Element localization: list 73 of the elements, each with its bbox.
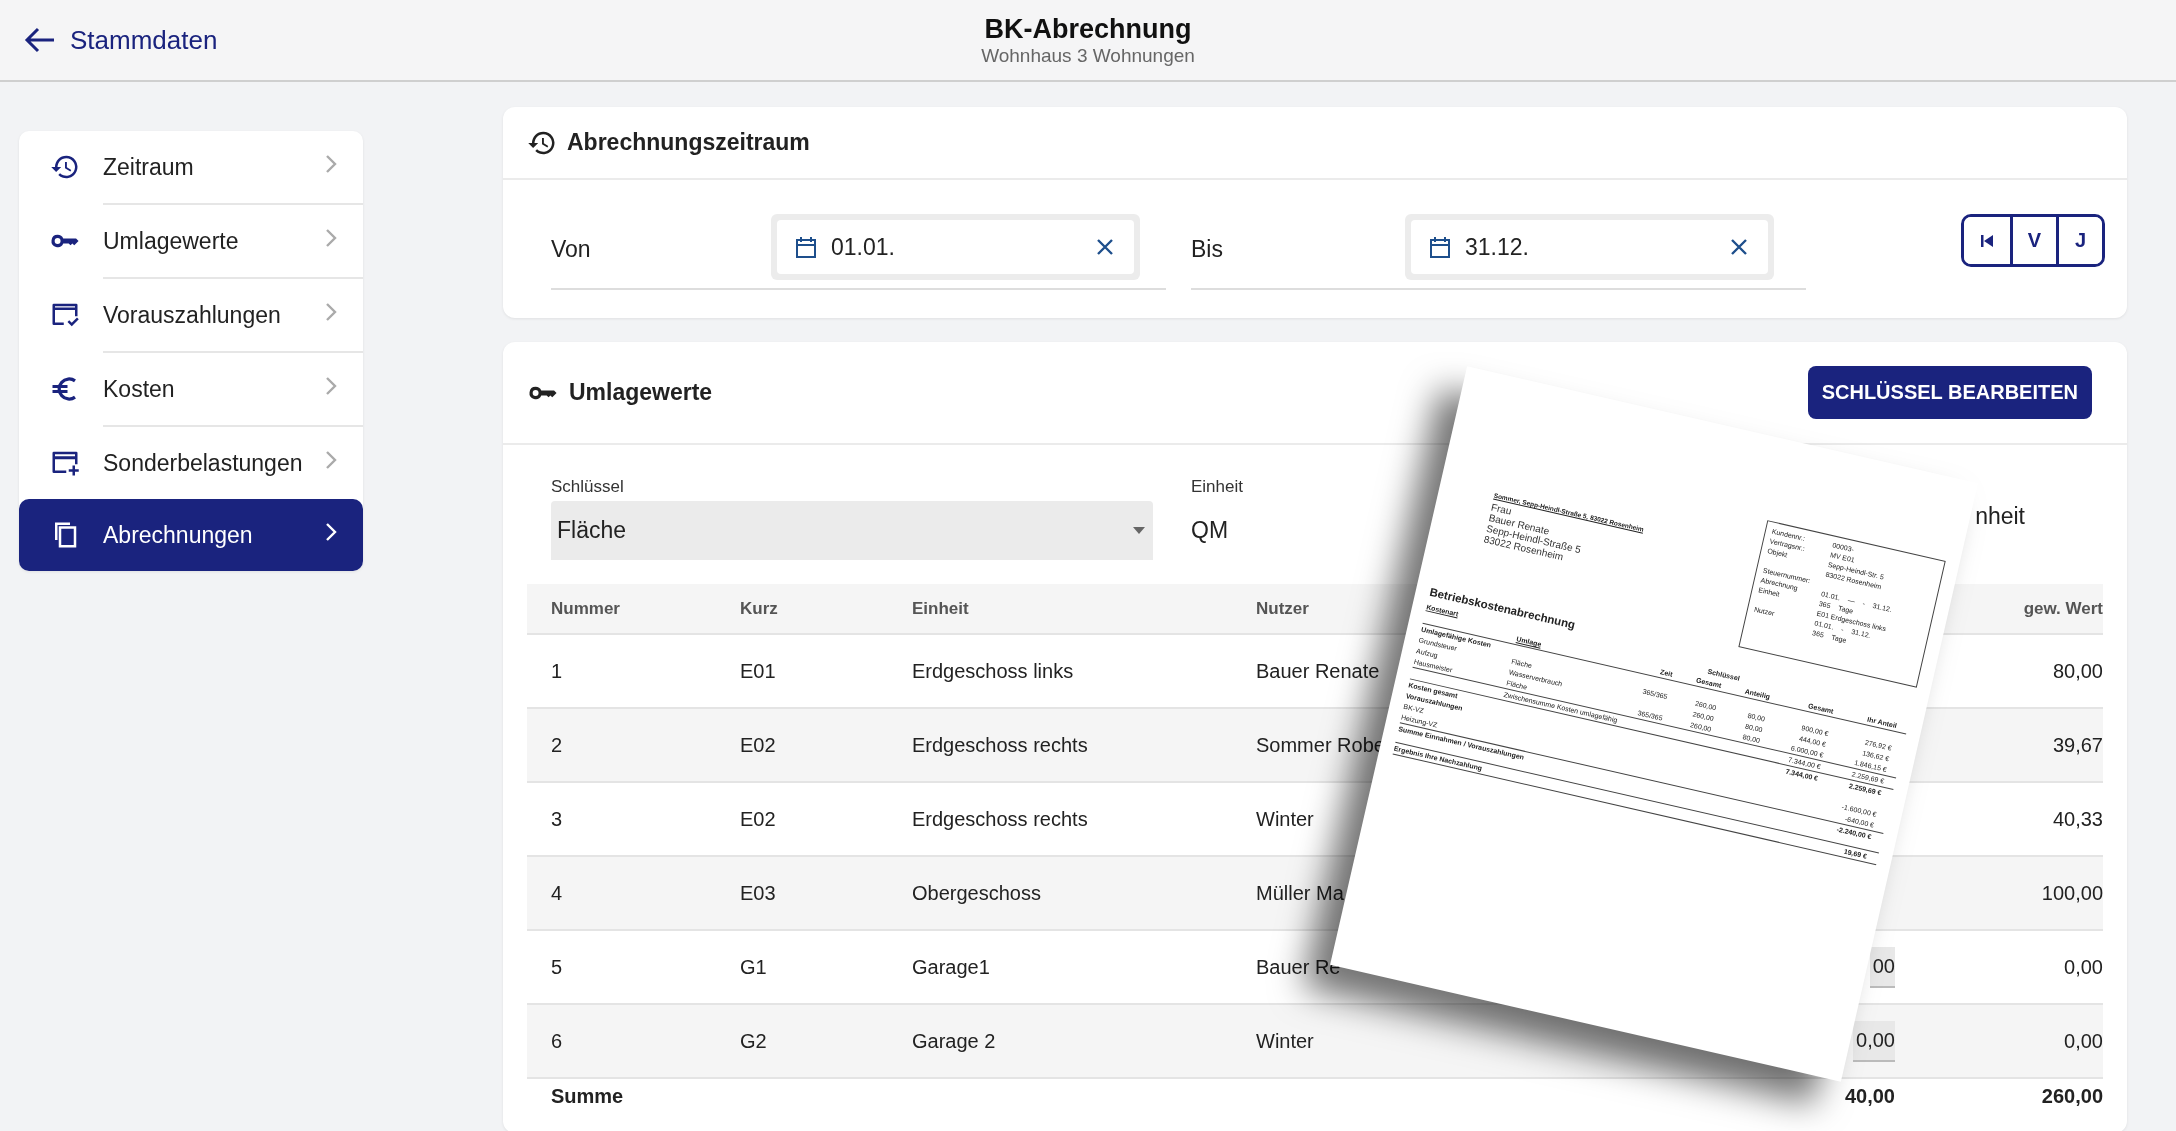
- total-value: 40,00: [1844, 1084, 1895, 1108]
- arrow-left-icon: [24, 26, 56, 54]
- sidebar-item[interactable]: Sonderbelastungen: [19, 427, 363, 499]
- table-cell: E01: [740, 659, 776, 683]
- calendar-icon: [795, 235, 817, 259]
- field-label: Von: [551, 235, 592, 264]
- table-cell: Erdgeschoss rechts: [912, 807, 1088, 831]
- table-cell: 100,00: [2041, 881, 2103, 905]
- caret-down-icon: [1133, 527, 1145, 534]
- sidebar-item[interactable]: Umlagewerte: [19, 205, 363, 277]
- table-cell: Winter: [1256, 807, 1314, 831]
- sidebar-item[interactable]: Kosten: [19, 353, 363, 425]
- table-cell: 39,67: [2052, 733, 2103, 757]
- table-cell: Bauer Renate: [1256, 659, 1380, 683]
- table-cell: Garage1: [912, 955, 990, 979]
- chevron-right-icon: [323, 227, 339, 249]
- select-field[interactable]: Fläche: [551, 501, 1153, 560]
- chevron-right-icon: [323, 449, 339, 471]
- close-icon[interactable]: [1730, 238, 1748, 256]
- field-value: QM: [1191, 516, 1230, 545]
- edit-key-button[interactable]: SCHLÜSSEL BEARBEITEN: [1807, 366, 2092, 419]
- chevron-right-icon: [323, 153, 339, 175]
- table-cell: 3: [551, 807, 563, 831]
- column-header: gew. Wert: [2023, 598, 2103, 619]
- table-cell: E02: [740, 807, 776, 831]
- chevron-right-icon: [323, 375, 339, 397]
- sidebar-item[interactable]: Abrechnungen: [19, 499, 363, 571]
- field-label: Bis: [1191, 235, 1224, 264]
- table-cell: 40,33: [2052, 807, 2103, 831]
- value-field[interactable]: 0,00: [1853, 1020, 1895, 1062]
- column-header: Kurz: [740, 598, 778, 619]
- total-label: Summe: [551, 1084, 624, 1108]
- field-label: Schlüssel: [551, 477, 625, 497]
- skip-previous-icon: [1980, 233, 1994, 248]
- sidebar-item[interactable]: Zeitraum: [19, 131, 363, 203]
- table-cell: 80,00: [2052, 659, 2103, 683]
- table-cell: Obergeschoss: [912, 881, 1041, 905]
- table-cell: Winter: [1256, 1029, 1314, 1053]
- table-cell: E03: [740, 881, 776, 905]
- table-cell: G2: [740, 1029, 767, 1053]
- column-header: Nutzer: [1256, 598, 1309, 619]
- table-cell: 6: [551, 1029, 563, 1053]
- card-title: Abrechnungszeitraum: [567, 129, 810, 156]
- table-cell: G1: [740, 955, 767, 979]
- column-header: Einheit: [912, 598, 969, 619]
- table-cell: Müller Ma: [1256, 881, 1344, 905]
- sidebar-item[interactable]: Vorauszahlungen: [19, 279, 363, 351]
- total-value: 260,00: [2041, 1084, 2103, 1108]
- table-cell: 0,00: [2064, 955, 2103, 979]
- close-icon[interactable]: [1096, 238, 1114, 256]
- table-cell: 0,00: [2064, 1029, 2103, 1053]
- back-link[interactable]: Stammdaten: [24, 24, 218, 56]
- table-cell: 2: [551, 733, 563, 757]
- field-value: nheit: [1975, 503, 2025, 530]
- table-cell: 1: [551, 659, 563, 683]
- date-field[interactable]: 01.01.: [771, 214, 1140, 280]
- page-subtitle: Wohnhaus 3 Wohnungen: [981, 44, 1195, 67]
- period-button[interactable]: J: [2056, 217, 2102, 264]
- value-field[interactable]: 00: [1869, 946, 1895, 988]
- table-cell: Erdgeschoss links: [912, 659, 1074, 683]
- table-cell: 5: [551, 955, 563, 979]
- table-cell: Erdgeschoss rechts: [912, 733, 1088, 757]
- chevron-right-icon: [323, 301, 339, 323]
- table-cell: 4: [551, 881, 563, 905]
- card-title: Umlagewerte: [569, 379, 713, 406]
- table-cell: Garage 2: [912, 1029, 996, 1053]
- page-title: BK-Abrechnung: [984, 13, 1192, 45]
- chevron-right-icon: [323, 521, 339, 543]
- field-label: Einheit: [1191, 477, 1243, 497]
- table-cell: E02: [740, 733, 776, 757]
- date-field[interactable]: 31.12.: [1405, 214, 1774, 280]
- column-header: Nummer: [551, 598, 620, 619]
- calendar-icon: [1429, 235, 1451, 259]
